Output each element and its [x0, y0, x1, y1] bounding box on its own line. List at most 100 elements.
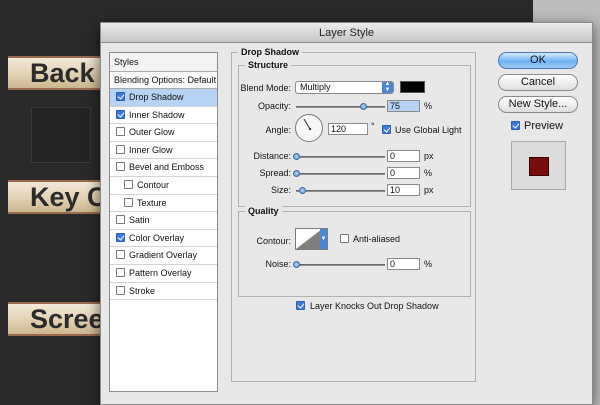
style-item-label: Bevel and Emboss	[129, 162, 205, 173]
style-item-label: Satin	[129, 215, 150, 226]
style-checkbox[interactable]	[116, 127, 125, 137]
style-item-texture[interactable]: Texture	[110, 195, 217, 213]
select-arrows-icon: ▲ ▼	[382, 81, 393, 93]
distance-input[interactable]: 0	[387, 150, 420, 162]
style-checkbox[interactable]	[116, 92, 125, 101]
style-item-label: Inner Shadow	[129, 109, 185, 120]
contour-dropdown-icon: ▼	[320, 229, 327, 249]
distance-slider[interactable]	[296, 156, 385, 158]
blend-mode-select[interactable]: Multiply ▲ ▼	[295, 81, 394, 94]
knockout-checkbox[interactable]	[296, 301, 305, 310]
opacity-label: Opacity:	[257, 101, 291, 111]
style-checkbox[interactable]	[116, 215, 125, 225]
new-style-button[interactable]: New Style...	[498, 96, 578, 113]
style-item-inner-glow[interactable]: Inner Glow	[110, 142, 217, 160]
style-item-satin[interactable]: Satin	[110, 212, 217, 230]
blending-options-item[interactable]: Blending Options: Default	[110, 72, 217, 89]
style-item-label: Color Overlay	[129, 232, 185, 243]
structure-group: Structure Blend Mode: Multiply ▲ ▼ Opacit…	[238, 60, 471, 207]
preview-toggle[interactable]: Preview	[511, 120, 563, 132]
noise-unit: %	[424, 259, 433, 269]
distance-label: Distance:	[253, 151, 291, 161]
blend-mode-label: Blend Mode:	[240, 83, 291, 93]
knockout-label: Layer Knocks Out Drop Shadow	[310, 301, 439, 311]
drop-shadow-panel: Drop Shadow Structure Blend Mode: Multip…	[231, 47, 476, 382]
style-item-bevel-and-emboss[interactable]: Bevel and Emboss	[110, 159, 217, 177]
structure-title: Structure	[245, 60, 292, 70]
opacity-unit: %	[424, 101, 433, 111]
style-item-label: Drop Shadow	[129, 92, 184, 102]
style-item-label: Stroke	[129, 285, 156, 296]
distance-unit: px	[424, 151, 434, 161]
use-global-light-checkbox[interactable]	[382, 125, 391, 134]
styles-panel: Styles Blending Options: Default Drop Sh…	[109, 52, 218, 392]
background-banner-2: Key C	[8, 180, 108, 214]
preview-label: Preview	[524, 120, 564, 132]
anti-aliased-label: Anti-aliased	[353, 234, 401, 244]
cancel-button[interactable]: Cancel	[498, 74, 578, 91]
style-item-label: Inner Glow	[129, 144, 173, 155]
size-slider-thumb[interactable]	[299, 187, 306, 194]
size-label: Size:	[270, 185, 291, 195]
spread-input[interactable]: 0	[387, 167, 420, 179]
angle-unit: °	[371, 121, 375, 131]
preview-swatch	[529, 157, 549, 176]
linear-contour-icon	[296, 229, 322, 249]
background-square	[31, 107, 91, 163]
dialog-title[interactable]: Layer Style	[101, 23, 592, 43]
style-checkbox[interactable]	[116, 285, 125, 295]
noise-slider[interactable]	[296, 264, 385, 266]
ok-button[interactable]: OK	[498, 52, 578, 69]
size-unit: px	[424, 185, 434, 195]
style-checkbox[interactable]	[124, 197, 133, 207]
contour-label: Contour:	[256, 236, 291, 246]
noise-label: Noise:	[265, 259, 291, 269]
spread-slider-thumb[interactable]	[293, 170, 300, 177]
style-checkbox[interactable]	[116, 250, 125, 260]
size-slider[interactable]	[296, 190, 385, 192]
style-item-outer-glow[interactable]: Outer Glow	[110, 124, 217, 142]
style-item-label: Outer Glow	[129, 127, 175, 138]
preview-thumbnail	[511, 141, 566, 190]
style-item-stroke[interactable]: Stroke	[110, 283, 217, 301]
background-banner-1: Back	[8, 56, 108, 90]
styles-header[interactable]: Styles	[110, 53, 217, 72]
style-checkbox[interactable]	[124, 179, 133, 189]
style-checkbox[interactable]	[116, 267, 125, 277]
spread-slider[interactable]	[296, 173, 385, 175]
style-checkbox[interactable]	[116, 162, 125, 172]
background-banner-3: Scree	[8, 302, 108, 336]
style-checkbox[interactable]	[116, 144, 125, 154]
style-checkbox[interactable]	[116, 109, 125, 119]
style-item-label: Texture	[137, 197, 167, 208]
angle-label: Angle:	[265, 125, 291, 135]
style-item-gradient-overlay[interactable]: Gradient Overlay	[110, 247, 217, 265]
blend-mode-value: Multiply	[300, 82, 331, 92]
angle-input[interactable]: 120	[328, 123, 368, 135]
contour-picker[interactable]: ▼	[295, 228, 328, 250]
layer-style-dialog: Layer Style Styles Blending Options: Def…	[100, 22, 593, 405]
opacity-slider[interactable]	[296, 106, 385, 108]
style-item-inner-shadow[interactable]: Inner Shadow	[110, 107, 217, 125]
preview-checkbox[interactable]	[511, 121, 520, 130]
size-input[interactable]: 10	[387, 184, 420, 196]
spread-label: Spread:	[259, 168, 291, 178]
shadow-color-swatch[interactable]	[400, 81, 425, 93]
angle-dial[interactable]	[295, 114, 323, 142]
opacity-input[interactable]: 75	[387, 100, 420, 112]
noise-input[interactable]: 0	[387, 258, 420, 270]
style-checkbox[interactable]	[116, 232, 125, 242]
distance-slider-thumb[interactable]	[293, 153, 300, 160]
quality-title: Quality	[245, 206, 282, 216]
spread-unit: %	[424, 168, 433, 178]
anti-aliased-checkbox[interactable]	[340, 234, 349, 243]
style-item-pattern-overlay[interactable]: Pattern Overlay	[110, 265, 217, 283]
quality-group: Quality Contour: ▼ Anti-aliased Noise: 0…	[238, 206, 471, 297]
opacity-slider-thumb[interactable]	[360, 103, 367, 110]
style-item-label: Gradient Overlay	[129, 250, 198, 261]
style-item-contour[interactable]: Contour	[110, 177, 217, 195]
styles-list: Drop Shadow Inner Shadow Outer Glow Inner G…	[110, 89, 217, 301]
noise-slider-thumb[interactable]	[293, 261, 300, 268]
style-item-drop-shadow[interactable]: Drop Shadow	[110, 89, 217, 107]
style-item-color-overlay[interactable]: Color Overlay	[110, 230, 217, 248]
